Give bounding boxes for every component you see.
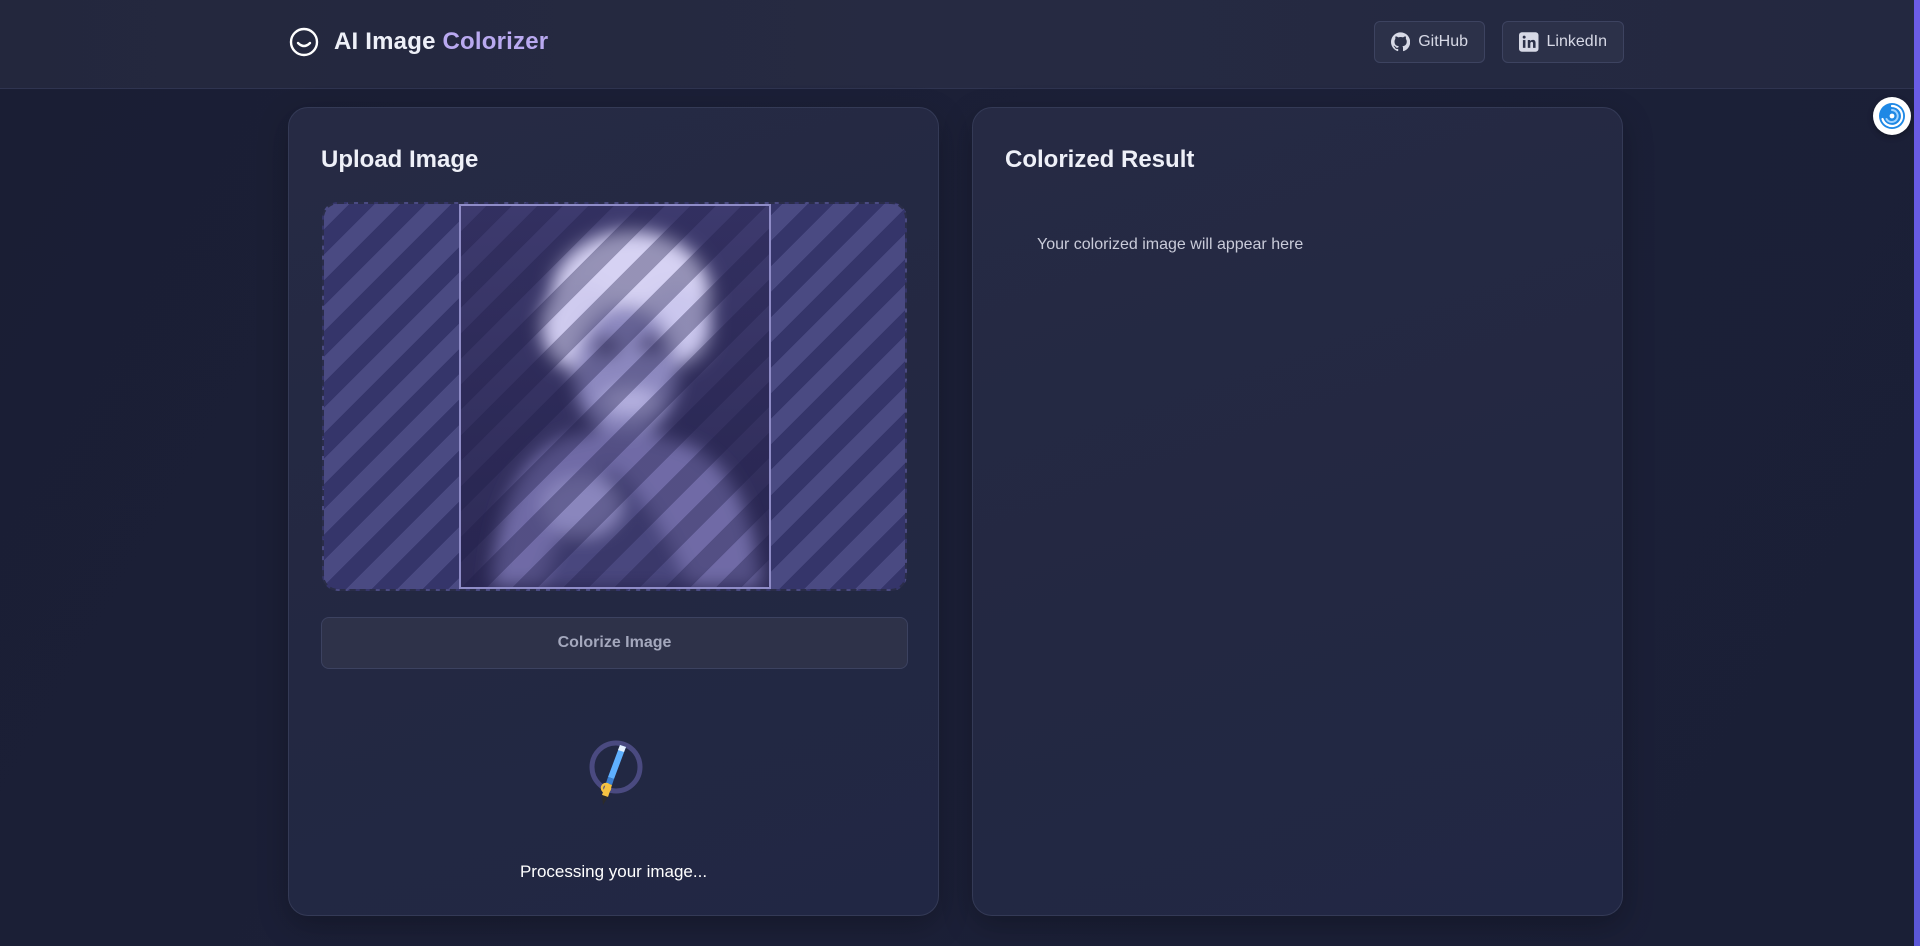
upload-panel-title: Upload Image — [321, 146, 479, 173]
top-navbar: AI Image Colorizer GitHub LinkedIn — [0, 0, 1915, 89]
brand[interactable]: AI Image Colorizer — [288, 26, 548, 58]
paintbrush-icon — [589, 740, 643, 805]
app-title: AI Image Colorizer — [334, 28, 548, 56]
smile-circle-icon — [289, 27, 319, 57]
upload-panel: Upload Image Colorize Image Processing y… — [288, 107, 939, 916]
uploaded-image-preview — [459, 204, 771, 589]
page-scrollbar[interactable] — [1914, 0, 1920, 946]
github-link-label: GitHub — [1418, 33, 1468, 50]
processing-status: Processing your image... — [519, 862, 708, 881]
page: AI Image Colorizer GitHub LinkedIn Uploa… — [0, 0, 1920, 946]
extension-float-button[interactable] — [1873, 97, 1911, 135]
app-title-accent: Colorizer — [442, 28, 549, 55]
colorize-image-button[interactable]: Colorize Image — [321, 617, 908, 669]
linkedin-link-button[interactable]: LinkedIn — [1502, 21, 1624, 63]
app-title-main: AI Image — [334, 28, 443, 55]
linkedin-icon — [1519, 32, 1539, 52]
github-icon — [1391, 32, 1411, 52]
linkedin-link-label: LinkedIn — [1546, 33, 1608, 50]
result-placeholder: Your colorized image will appear here — [1037, 236, 1304, 253]
image-dropzone[interactable] — [322, 202, 907, 591]
preview-overlay — [461, 206, 769, 587]
swirl-logo-icon — [1879, 103, 1905, 129]
github-link-button[interactable]: GitHub — [1374, 21, 1485, 63]
result-panel-title: Colorized Result — [1005, 146, 1195, 173]
result-panel: Colorized Result Your colorized image wi… — [972, 107, 1623, 916]
